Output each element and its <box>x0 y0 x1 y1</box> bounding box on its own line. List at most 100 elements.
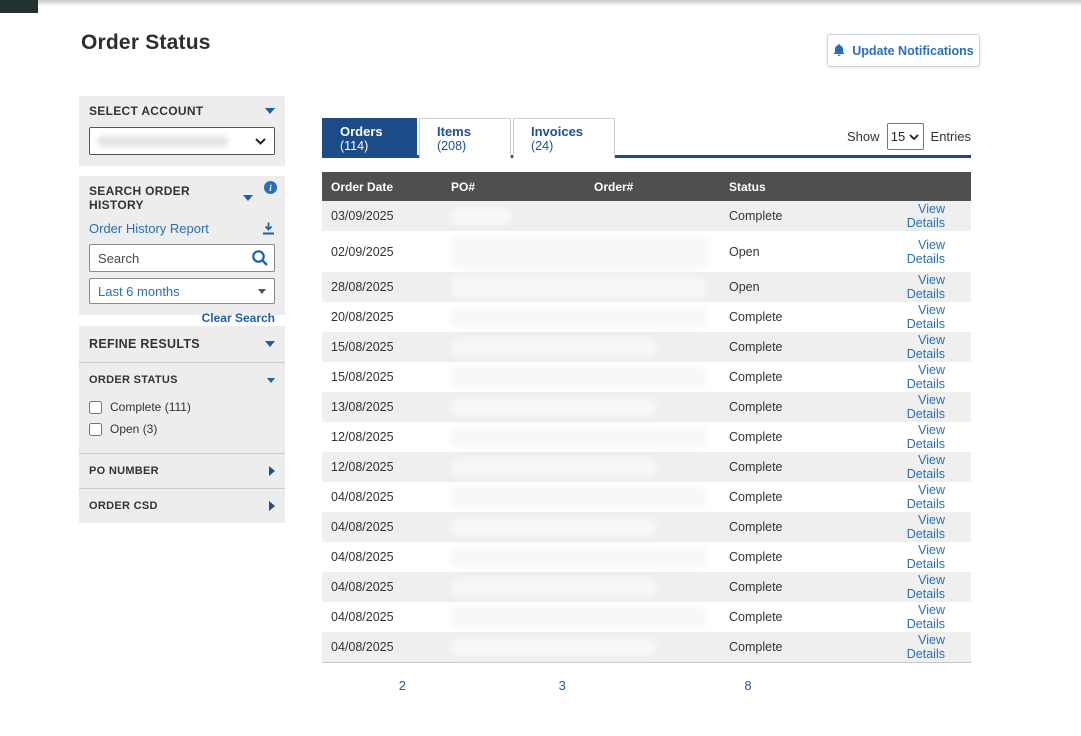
table-row: 02/09/2025 Open View Details <box>322 231 971 272</box>
tab[interactable]: Orders (114) <box>322 118 417 158</box>
select-chevron-icon <box>909 134 919 140</box>
select-caret-icon <box>258 289 266 294</box>
show-entries-control: Show 15 Entries <box>847 123 971 150</box>
chevron-down-icon <box>265 341 275 347</box>
view-details-link[interactable]: View Details <box>907 603 945 631</box>
actions-cell: View Details <box>889 513 971 541</box>
tab-label: Invoices <box>531 124 614 139</box>
table-row: 12/08/2025 Complete View Details <box>322 422 971 452</box>
info-icon[interactable]: i <box>264 181 277 194</box>
pagination-item[interactable]: 2 <box>399 676 547 736</box>
view-details-link[interactable]: View Details <box>907 303 945 331</box>
actions-cell: View Details <box>889 453 971 481</box>
collapsed-filter-sections: PO NUMBER ORDER CSD <box>79 453 285 523</box>
chevron-down-icon <box>243 195 253 201</box>
collapsed-filter-section[interactable]: PO NUMBER <box>79 454 285 488</box>
column-po: PO# <box>451 180 594 194</box>
view-details-link[interactable]: View Details <box>907 273 945 301</box>
table-body: 03/09/2025 Complete View Details 02/09/2… <box>322 201 971 662</box>
view-details-link[interactable]: View Details <box>907 453 945 481</box>
tab[interactable]: Items (208) <box>419 118 511 158</box>
refine-results-title: REFINE RESULTS <box>89 337 200 351</box>
table-row: 28/08/2025 Open View Details <box>322 272 971 302</box>
select-account-section: SELECT ACCOUNT <box>79 96 285 166</box>
order-date-cell: 02/09/2025 <box>331 245 451 259</box>
period-select-value: Last 6 months <box>98 284 180 299</box>
table-row: 04/08/2025 Complete View Details <box>322 482 971 512</box>
bell-icon <box>833 44 845 57</box>
search-order-history-section: SEARCH ORDER HISTORY i Order History Rep… <box>79 176 285 315</box>
search-icon[interactable] <box>251 249 269 267</box>
order-date-cell: 03/09/2025 <box>331 209 451 223</box>
search-order-history-title: SEARCH ORDER HISTORY <box>89 184 235 212</box>
pagination-item[interactable]: 3 <box>559 676 707 736</box>
collapsed-filter-section[interactable]: ORDER CSD <box>79 489 285 523</box>
view-details-link[interactable]: View Details <box>907 238 945 266</box>
redacted-account-value <box>98 136 228 147</box>
view-details-link[interactable]: View Details <box>907 543 945 571</box>
order-status-filter-header[interactable]: ORDER STATUS <box>79 363 285 392</box>
status-cell: Complete <box>729 610 889 624</box>
order-date-cell: 04/08/2025 <box>331 640 451 654</box>
select-chevron-icon <box>255 138 266 145</box>
actions-cell: View Details <box>889 238 971 266</box>
search-order-history-header[interactable]: SEARCH ORDER HISTORY i <box>89 184 275 212</box>
redacted-po-order-value <box>451 367 706 388</box>
order-history-report-link[interactable]: Order History Report <box>89 221 209 236</box>
order-status-filter-options: Complete (111) Open (3) <box>79 392 285 453</box>
filter-option[interactable]: Open (3) <box>89 418 275 440</box>
table-header-row: Order Date PO# Order# Status <box>322 172 971 201</box>
actions-cell: View Details <box>889 363 971 391</box>
pagination-item[interactable]: 8 <box>744 676 892 736</box>
table-row: 15/08/2025 Complete View Details <box>322 362 971 392</box>
account-select[interactable] <box>89 127 275 155</box>
filter-checkbox[interactable] <box>89 401 102 414</box>
refine-results-header[interactable]: REFINE RESULTS <box>79 326 285 362</box>
redacted-po-order-value <box>451 399 656 416</box>
view-details-link[interactable]: View Details <box>907 423 945 451</box>
actions-cell: View Details <box>889 333 971 361</box>
view-details-link[interactable]: View Details <box>907 633 945 661</box>
entries-label: Entries <box>931 129 971 144</box>
table-row: 04/08/2025 Complete View Details <box>322 542 971 572</box>
browser-corner-artifact <box>0 0 38 13</box>
order-status-page: Order Status Update Notifications SELECT… <box>0 0 1081 736</box>
view-details-link[interactable]: View Details <box>907 513 945 541</box>
chevron-down-icon <box>267 378 275 383</box>
status-cell: Complete <box>729 460 889 474</box>
chevron-right-icon <box>269 466 275 476</box>
view-details-link[interactable]: View Details <box>907 333 945 361</box>
show-label: Show <box>847 129 880 144</box>
status-cell: Open <box>729 245 889 259</box>
redacted-po-order-value <box>451 427 706 448</box>
search-input[interactable] <box>89 244 275 272</box>
redacted-po-order-value <box>451 639 656 656</box>
filter-checkbox[interactable] <box>89 423 102 436</box>
redacted-po-order-value <box>451 307 706 328</box>
order-date-cell: 28/08/2025 <box>331 280 451 294</box>
filter-option-label: Open (3) <box>110 422 157 436</box>
chevron-right-icon <box>269 501 275 511</box>
view-details-link[interactable]: View Details <box>907 363 945 391</box>
period-select[interactable]: Last 6 months <box>89 278 275 304</box>
view-details-link[interactable]: View Details <box>907 483 945 511</box>
select-account-header[interactable]: SELECT ACCOUNT <box>89 104 275 118</box>
download-icon[interactable] <box>262 222 275 235</box>
tab-count: (114) <box>340 139 416 154</box>
redacted-po-order-value <box>451 459 656 476</box>
view-details-link[interactable]: View Details <box>907 573 945 601</box>
view-details-link[interactable]: View Details <box>907 393 945 421</box>
actions-cell: View Details <box>889 573 971 601</box>
actions-cell: View Details <box>889 543 971 571</box>
redacted-po-order-value <box>451 519 656 536</box>
order-date-cell: 20/08/2025 <box>331 310 451 324</box>
filter-option[interactable]: Complete (111) <box>89 396 275 418</box>
table-row: 04/08/2025 Complete View Details <box>322 632 971 662</box>
tab-label: Orders <box>340 124 416 139</box>
view-details-link[interactable]: View Details <box>907 202 945 230</box>
tab[interactable]: Invoices (24) <box>513 118 615 158</box>
update-notifications-button[interactable]: Update Notifications <box>827 34 980 67</box>
page-size-select[interactable]: 15 <box>887 123 924 150</box>
clear-search-link[interactable]: Clear Search <box>202 311 275 325</box>
tab-label: Items <box>437 124 510 139</box>
